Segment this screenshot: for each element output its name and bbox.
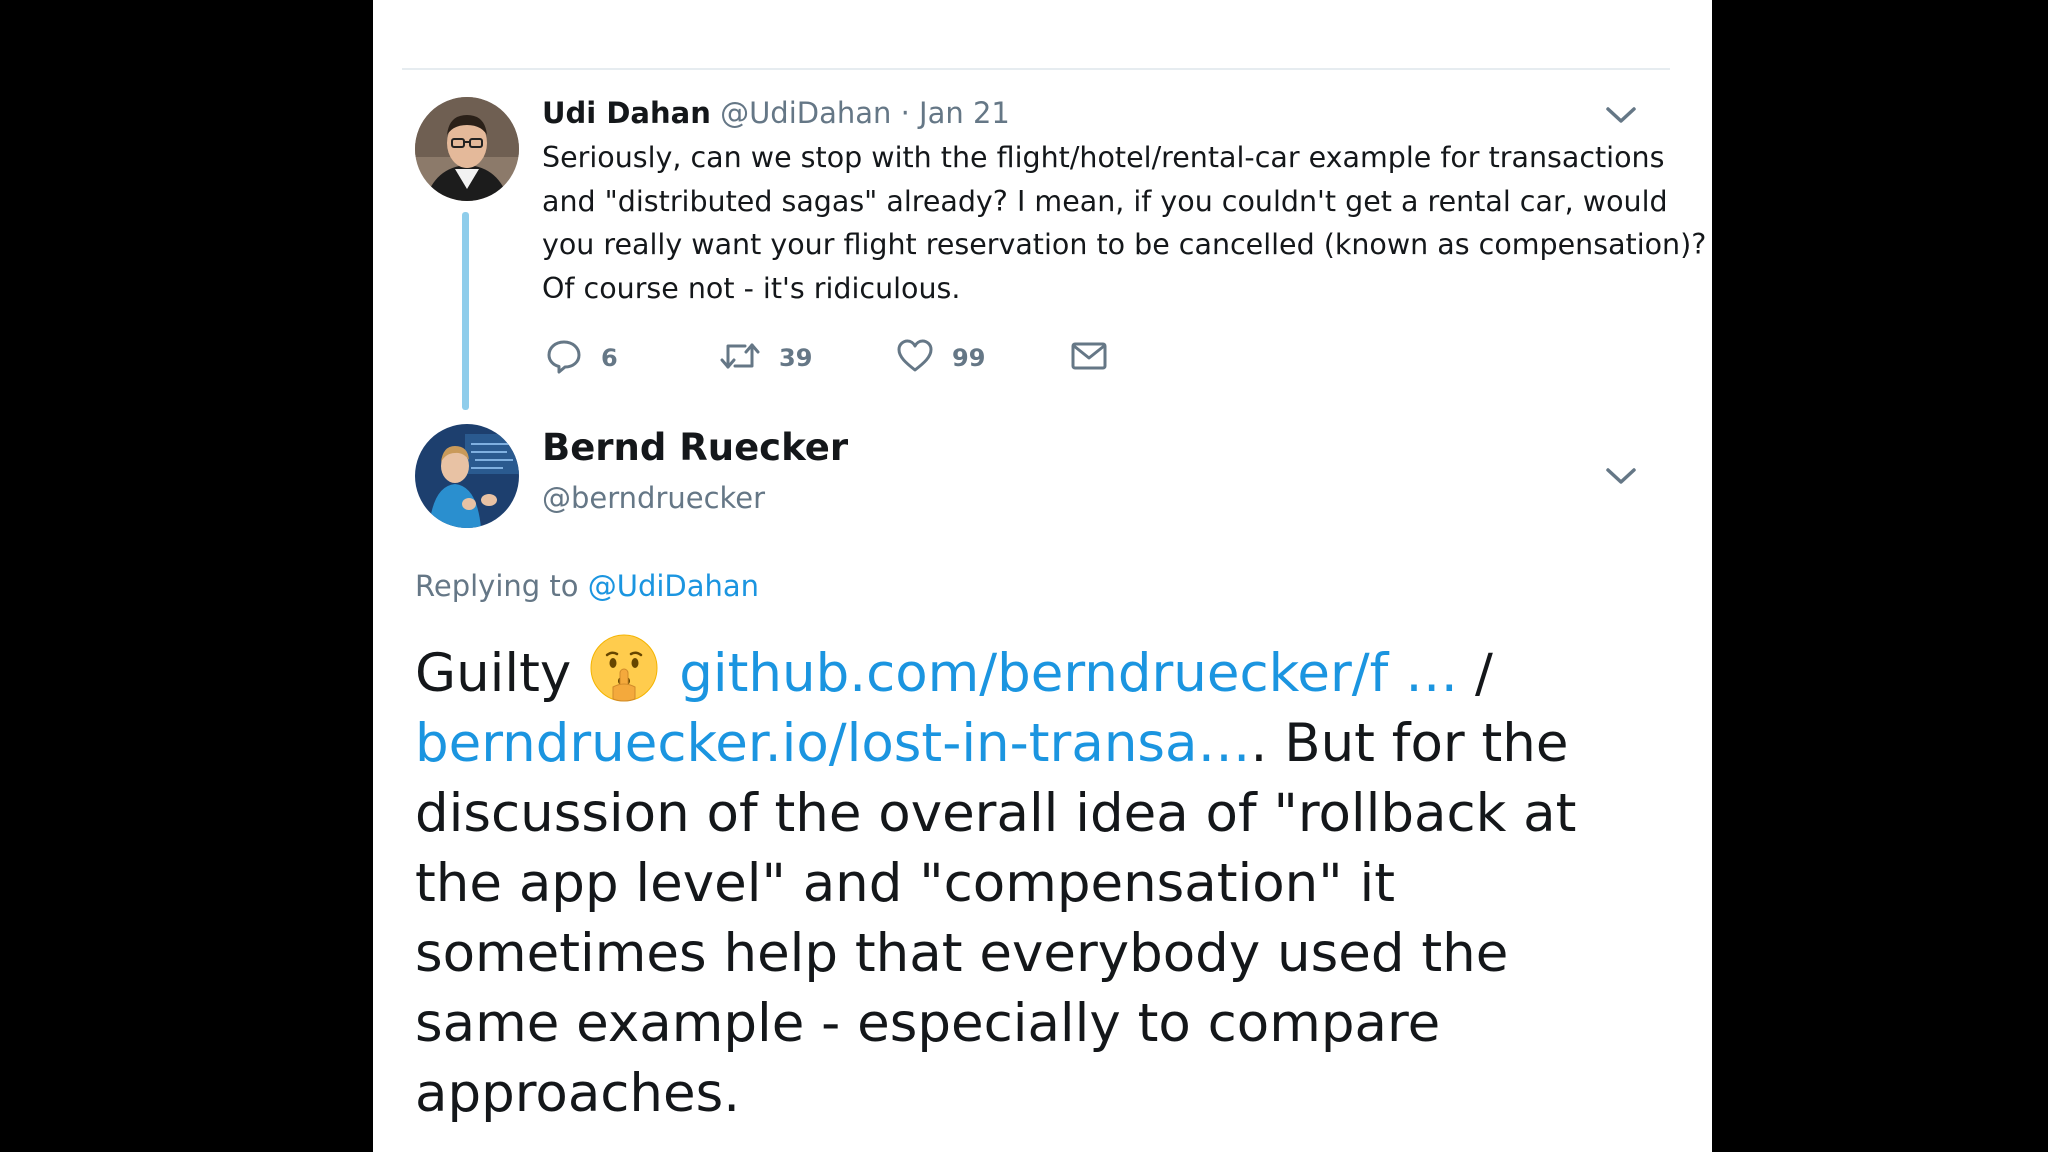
like-icon (896, 338, 934, 378)
reply-button[interactable]: 6 (545, 338, 618, 378)
tweet1-author-handle[interactable]: @UdiDahan (720, 96, 891, 130)
retweet-count: 39 (779, 344, 813, 372)
chevron-down-icon[interactable] (1604, 104, 1638, 126)
tweet2-text-line: the app level" and "compensation" it (415, 853, 1396, 914)
tweet2-slash: / (1458, 643, 1493, 704)
tweet2-text: Guilty github.com/berndruecker/f … / ber… (415, 631, 1685, 1129)
tweet2-text-line: same example - especially to compare (415, 993, 1441, 1054)
tweet2-text-line: discussion of the overall idea of "rollb… (415, 783, 1577, 844)
direct-message-icon (1070, 340, 1108, 376)
tweet1-text-line: Of course not - it's ridiculous. (542, 271, 961, 305)
tweet1-text-line: you really want your flight reservation … (542, 228, 1707, 261)
direct-message-button[interactable] (1070, 338, 1108, 378)
chevron-down-icon[interactable] (1604, 465, 1638, 487)
retweet-button[interactable]: 39 (719, 338, 812, 378)
tweet2-text-line: sometimes help that everybody used the (415, 923, 1509, 984)
top-divider (402, 68, 1670, 70)
thread-connector-line (462, 212, 469, 410)
avatar-bernd-ruecker[interactable] (415, 424, 519, 528)
reply-count: 6 (601, 344, 618, 372)
reply-icon (545, 337, 583, 379)
replying-to-label: Replying to (415, 569, 579, 603)
like-count: 99 (952, 344, 986, 372)
replying-to-line: Replying to @UdiDahan (415, 569, 759, 603)
shushing-face-emoji-icon (587, 631, 661, 705)
tweet2-text-line: approaches. (415, 1063, 741, 1124)
like-button[interactable]: 99 (896, 338, 985, 378)
tweet1-text-line: Seriously, can we stop with the flight/h… (542, 141, 1665, 174)
tweet2-text-line: Guilty github.com/berndruecker/f … / (415, 631, 1685, 709)
replying-to-link[interactable]: @UdiDahan (588, 569, 759, 603)
tweet1-date[interactable]: · Jan 21 (901, 96, 1010, 130)
tweet2-text-line: berndruecker.io/lost-in-transa…. But for… (415, 709, 1685, 779)
tweet2-author-handle[interactable]: @berndruecker (542, 481, 765, 515)
tweet2-text-after-link: . But for the (1250, 713, 1569, 774)
tweet2-word-guilty: Guilty (415, 643, 572, 704)
tweet1-text-line: and "distributed sagas" already? I mean,… (542, 184, 1668, 218)
tweet2-author-name[interactable]: Bernd Ruecker (542, 426, 848, 469)
avatar-udi-dahan[interactable] (415, 97, 519, 201)
tweet1-author-name[interactable]: Udi Dahan (542, 96, 711, 130)
tweet2-link-blog[interactable]: berndruecker.io/lost-in-transa… (415, 713, 1251, 774)
tweet2-link-github[interactable]: github.com/berndruecker/f … (679, 643, 1458, 704)
tweet1-header: Udi Dahan @UdiDahan · Jan 21 (542, 96, 1010, 130)
retweet-icon (719, 337, 761, 379)
tweet1-text: Seriously, can we stop with the flight/h… (542, 136, 1707, 310)
